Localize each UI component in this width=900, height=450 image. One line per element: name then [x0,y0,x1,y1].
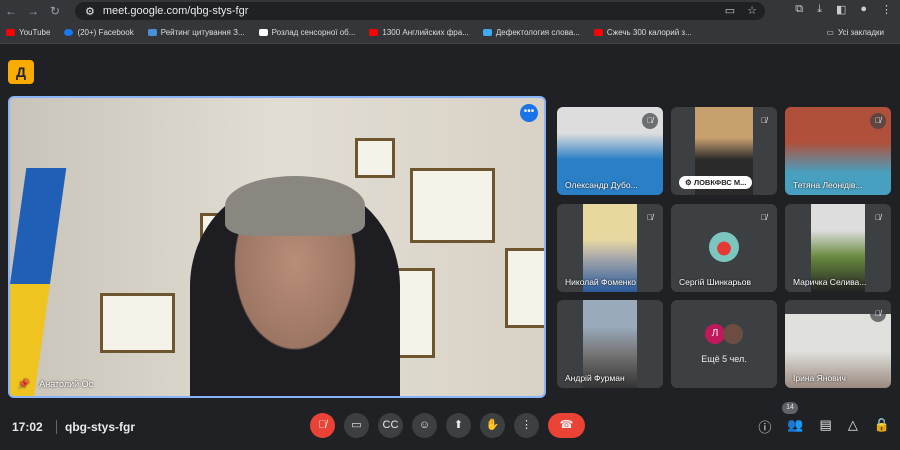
meeting-controls-bar: 17:02 qbg-stys-fgr 🎙̸ ▭ CC ☺ ⬆ ✋ ⋮ ☎ ⓘ 👥… [0,405,900,450]
raise-hand-button[interactable]: ✋ [480,413,505,438]
download-icon[interactable]: ⤓ [817,3,822,16]
mic-off-icon: 🎙̸ [870,210,886,226]
mic-off-icon: 🎙̸ [642,210,658,226]
leave-call-button[interactable]: ☎ [548,413,585,438]
name-pill: ⚙ ЛОВКФВС М... [679,176,753,189]
mic-off-icon: 🎙̸ [756,113,772,129]
participant-tile[interactable]: 🎙̸ Сергій Шинкарьов [671,204,777,292]
more-participants-tile[interactable]: Л Ещё 5 чел. [671,300,777,388]
people-icon[interactable]: 👥 [787,417,803,436]
info-icon[interactable]: ⓘ [758,417,771,436]
bookmark-rating[interactable]: Рейтинг цитування З... [147,28,245,37]
app-logo[interactable]: Д [8,60,34,84]
captions-button[interactable]: CC [378,413,403,438]
url-text: meet.google.com/qbg-stys-fgr [102,5,249,17]
more-options-button[interactable]: ••• [520,104,538,122]
youtube-icon [369,29,379,36]
wall-frame [100,293,175,353]
mic-off-icon: 🎙̸ [642,113,658,129]
site-info-icon[interactable]: ⚙ [85,5,95,18]
participant-tile[interactable]: 🎙̸ Ірина Янович [785,300,891,388]
menu-icon[interactable]: ⋮ [881,3,892,16]
participant-tile[interactable]: 🎙̸ ⚙ ЛОВКФВС М... [671,107,777,195]
participant-tile[interactable]: 🎙̸ Маричка Селива... [785,204,891,292]
extensions-icon[interactable]: ⧉ [795,3,803,16]
wall-frame [410,168,495,243]
participant-tile[interactable]: 🎙̸ Олександр Дубо... [557,107,663,195]
bookmark-defect[interactable]: Дефектология слова... [482,28,580,37]
bookmarks-bar: YouTube (20+) Facebook Рейтинг цитування… [0,22,900,44]
flag-image [10,168,67,396]
camera-button[interactable]: ▭ [344,413,369,438]
chat-icon[interactable]: ▤ [820,417,832,436]
page-icon [482,29,492,36]
star-icon[interactable]: ☆ [747,4,757,17]
clock: 17:02 [12,420,43,434]
activities-icon[interactable]: △ [848,417,858,436]
reload-icon[interactable]: ↻ [44,4,66,18]
bookmark-sensory[interactable]: Розлад сенсорної об... [258,28,355,37]
wall-frame [505,248,544,328]
speaker-hair [225,176,365,236]
youtube-icon [6,29,15,36]
bookmark-facebook[interactable]: (20+) Facebook [64,28,134,37]
mic-off-icon: 🎙̸ [870,113,886,129]
participant-tile[interactable]: 🎙̸ Тетяна Леонідів... [785,107,891,195]
participant-initial: Л [705,324,725,344]
participant-avatar [709,232,739,262]
pin-icon[interactable]: 📌 [18,379,29,390]
meeting-code: qbg-stys-fgr [56,420,135,434]
present-button[interactable]: ⬆ [446,413,471,438]
main-video[interactable]: ••• 📌 Анатолий Ос [8,96,546,398]
w-icon [258,29,268,36]
bookmark-calories[interactable]: Сжечь 300 калорий з... [593,28,692,37]
mic-off-button[interactable]: 🎙̸ [310,413,335,438]
page-icon [147,29,157,36]
emoji-button[interactable]: ☺ [412,413,437,438]
all-bookmarks[interactable]: ▭ Усі закладки [826,28,884,37]
back-icon[interactable]: ← [0,4,22,18]
profile-avatar[interactable]: ● [860,3,867,16]
wall-frame [355,138,395,178]
participant-tile[interactable]: Андрій Фурман [557,300,663,388]
participant-tile[interactable]: 🎙̸ Николай Фоменко [557,204,663,292]
more-options-button[interactable]: ⋮ [514,413,539,438]
speaker-name: Анатолий Ос [39,379,94,389]
participant-avatar [723,324,743,344]
mic-off-icon: 🎙̸ [756,210,772,226]
address-bar[interactable]: ⚙ meet.google.com/qbg-stys-fgr ▭ ☆ [75,2,765,20]
camera-icon[interactable]: ▭ [725,4,735,17]
bookmark-english[interactable]: 1300 Английских фра... [369,28,469,37]
participants-count-badge: 14 [782,402,798,414]
bookmark-youtube[interactable]: YouTube [6,28,50,37]
browser-toolbar: ← → ↻ ⚙ meet.google.com/qbg-stys-fgr ▭ ☆ … [0,0,900,22]
folder-icon: ▭ [826,28,834,37]
sidepanel-icon[interactable]: ◧ [836,3,846,16]
youtube-icon [593,29,603,36]
facebook-icon [64,29,74,36]
forward-icon[interactable]: → [22,4,44,18]
host-controls-icon[interactable]: 🔒 [874,417,890,436]
mic-off-icon: 🎙̸ [870,306,886,322]
